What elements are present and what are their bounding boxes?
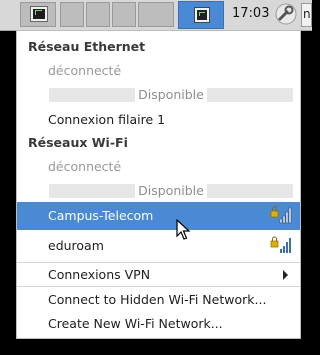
clock[interactable]: 17:03 [232, 6, 269, 21]
wifi-available-row: Disponible [17, 179, 300, 203]
ethernet-connection-item[interactable]: Connexion filaire 1 [17, 107, 300, 131]
wifi-network-ssid: Campus-Telecom [48, 208, 154, 223]
taskbar-slot-4[interactable] [138, 2, 174, 27]
ethernet-available-row: Disponible [17, 83, 300, 107]
vpn-connections-label: Connexions VPN [48, 267, 151, 282]
ethernet-available-separator: Disponible [49, 87, 293, 102]
network-manager-applet[interactable] [178, 1, 224, 29]
wifi-header: Réseaux Wi-Fi [28, 135, 128, 150]
wifi-available-separator: Disponible [49, 183, 293, 198]
wifi-status: déconnecté [48, 159, 122, 174]
user-menu-button[interactable]: n [301, 3, 312, 27]
new-wifi-item[interactable]: Create New Wi-Fi Network... [17, 311, 300, 335]
network-icon [194, 7, 210, 23]
wifi-available-label: Disponible [138, 183, 204, 198]
secure-signal-icon [270, 206, 292, 224]
taskbar-slot-2[interactable] [86, 2, 110, 27]
hidden-wifi-label: Connect to Hidden Wi-Fi Network... [48, 292, 267, 307]
taskbar-slot-1[interactable] [60, 2, 84, 27]
user-letter: n [303, 7, 311, 21]
taskbar-window-button[interactable] [20, 2, 56, 27]
secure-signal-icon [270, 236, 291, 253]
ethernet-available-label: Disponible [138, 87, 204, 102]
submenu-arrow-icon [283, 270, 288, 280]
vpn-connections-item[interactable]: Connexions VPN [17, 262, 300, 286]
top-panel: 17:03 n [0, 0, 312, 31]
ethernet-connection-label: Connexion filaire 1 [48, 112, 166, 127]
wifi-network-item[interactable]: Campus-Telecom [17, 202, 300, 230]
wifi-network-ssid: eduroam [48, 238, 104, 253]
network-menu: Réseau Ethernet déconnecté Disponible Co… [16, 30, 301, 339]
terminal-icon [30, 6, 48, 22]
wifi-header-row: Réseaux Wi-Fi [17, 131, 300, 155]
settings-icon[interactable] [275, 3, 297, 25]
wifi-network-item[interactable]: eduroam [17, 232, 300, 260]
taskbar-slot-3[interactable] [112, 2, 136, 27]
hidden-wifi-item[interactable]: Connect to Hidden Wi-Fi Network... [17, 287, 300, 311]
new-wifi-label: Create New Wi-Fi Network... [48, 316, 223, 331]
ethernet-status-row: déconnecté [17, 59, 300, 83]
ethernet-header: Réseau Ethernet [28, 39, 146, 54]
mouse-cursor-icon [176, 219, 190, 240]
ethernet-header-row: Réseau Ethernet [17, 35, 300, 59]
ethernet-status: déconnecté [48, 63, 122, 78]
wifi-status-row: déconnecté [17, 155, 300, 179]
